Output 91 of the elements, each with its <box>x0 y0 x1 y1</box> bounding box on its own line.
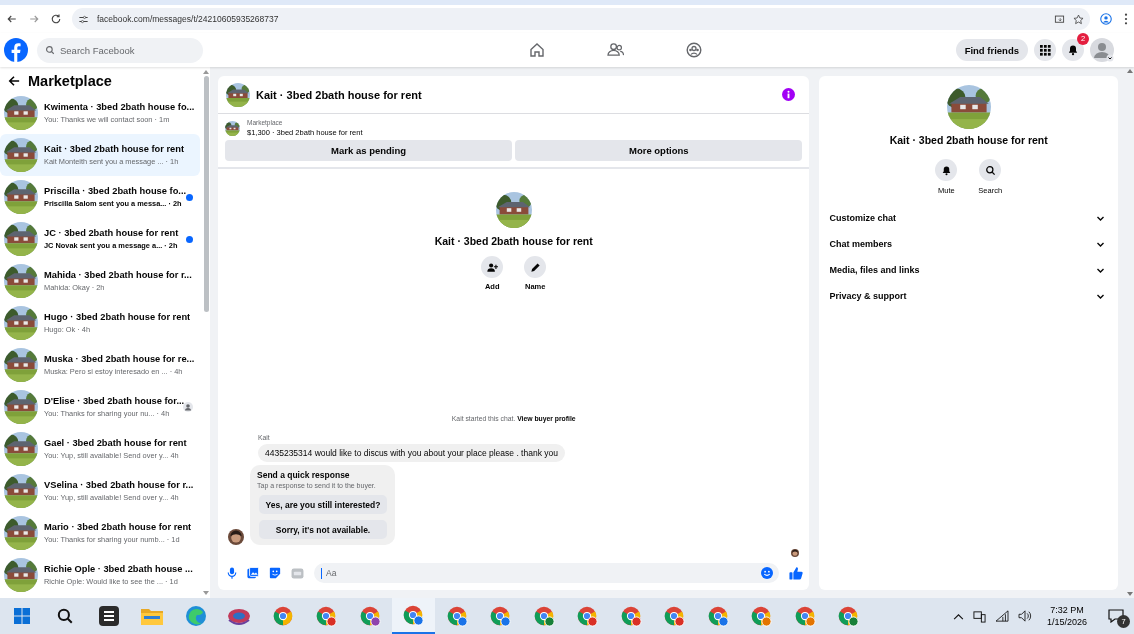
bell-icon <box>940 164 952 176</box>
quick-reply-button[interactable]: Yes, are you still interested? <box>259 495 387 514</box>
sender-avatar <box>228 529 244 545</box>
clock[interactable]: 7:32 PM 1/15/2026 <box>1046 604 1087 628</box>
chrome-icon[interactable] <box>619 605 642 627</box>
action-button[interactable]: Mark as pending <box>225 140 513 161</box>
emoji-icon[interactable] <box>761 567 774 579</box>
message-field[interactable]: Aa <box>314 563 780 583</box>
bell-icon <box>1067 44 1079 56</box>
menu-icon[interactable] <box>1124 13 1128 25</box>
find-friends-button[interactable]: Find friends <box>955 39 1028 61</box>
groups-icon[interactable] <box>685 42 702 58</box>
chrome-icon[interactable] <box>837 605 860 627</box>
arrow-up-icon[interactable] <box>1127 69 1133 73</box>
conversation-title: Muska · 3bed 2bath house for re... <box>44 353 195 366</box>
conversation-title: Priscilla · 3bed 2bath house fo... <box>44 185 187 198</box>
conversation-title: D'Elise · 3bed 2bath house for... <box>44 395 185 408</box>
image-icon[interactable] <box>247 567 259 579</box>
signal-icon[interactable] <box>994 610 1009 622</box>
account-avatar[interactable] <box>1090 38 1114 62</box>
conversation-title: Mario · 3bed 2bath house for rent <box>44 521 192 534</box>
conversation-title: Mahida · 3bed 2bath house for r... <box>44 269 192 282</box>
section-header[interactable]: Privacy & support <box>829 283 1108 309</box>
star-icon[interactable] <box>1073 13 1084 25</box>
sidebar-title: Marketplace <box>28 73 112 89</box>
chat-title: Kait · 3bed 2bath house for rent <box>256 88 423 101</box>
chrome-icon[interactable] <box>793 605 816 627</box>
conversation-title: Gael · 3bed 2bath house for rent <box>44 437 187 450</box>
message-bubble: 4435235314 would like to discus with you about your place please . thank you <box>258 444 565 462</box>
windows-logo-icon[interactable] <box>13 608 30 624</box>
chrome-icon[interactable] <box>315 605 338 627</box>
friends-icon[interactable] <box>606 42 624 57</box>
chevron-up-icon[interactable] <box>952 612 964 620</box>
address-bar[interactable]: facebook.com/messages/t/24210605935268737 <box>72 8 1090 30</box>
sticker-icon[interactable] <box>269 567 281 579</box>
quick-response-title: Send a quick response <box>257 470 351 480</box>
search-icon <box>984 164 996 176</box>
action-button[interactable]: More options <box>515 140 803 161</box>
profile-name: Kait · 3bed 2bath house for rent <box>434 235 593 247</box>
conversation-title: Richie Ople · 3bed 2bath house ... <box>44 563 193 576</box>
back-icon[interactable] <box>8 75 20 87</box>
section-header[interactable]: Chat members <box>829 231 1108 257</box>
conversation-title: Kwimenta · 3bed 2bath house fo... <box>44 101 195 114</box>
conversation-title: Hugo · 3bed 2bath house for rent <box>44 311 191 324</box>
scrollbar-thumb[interactable] <box>203 76 209 312</box>
arrow-down-icon[interactable] <box>1127 592 1133 596</box>
edge-icon[interactable] <box>184 605 207 627</box>
arrow-up-icon[interactable] <box>203 70 209 74</box>
home-icon[interactable] <box>528 42 545 58</box>
quick-reply-button[interactable]: Sorry, it's not available. <box>259 520 387 539</box>
chrome-icon[interactable] <box>576 605 599 627</box>
info-icon[interactable] <box>782 88 796 101</box>
site-settings-icon[interactable] <box>78 13 89 25</box>
notifications-button[interactable] <box>1062 39 1084 61</box>
add-person-icon <box>486 261 498 273</box>
thumbs-up-icon[interactable] <box>789 566 804 580</box>
conversation-title: JC · 3bed 2bath house for rent <box>44 227 179 240</box>
logo[interactable] <box>4 38 28 62</box>
app-icon[interactable] <box>227 606 252 626</box>
chrome-icon[interactable] <box>489 605 512 627</box>
chrome-icon[interactable] <box>750 605 773 627</box>
read-receipt-avatar <box>791 549 800 557</box>
devices-icon[interactable] <box>972 609 986 623</box>
section-header[interactable]: Media, files and links <box>829 257 1108 283</box>
section-header[interactable]: Customize chat <box>829 205 1108 231</box>
install-icon[interactable] <box>1054 13 1065 25</box>
pencil-icon <box>529 261 541 273</box>
reload-icon[interactable] <box>50 13 62 25</box>
back-icon[interactable] <box>6 13 18 25</box>
apps-menu-button[interactable] <box>1034 39 1056 61</box>
conversation-title: VSelina · 3bed 2bath house for r... <box>44 479 194 492</box>
search-icon <box>45 45 55 55</box>
chrome-icon[interactable] <box>271 605 294 627</box>
search-icon[interactable] <box>56 607 75 625</box>
profile-icon[interactable] <box>1100 13 1112 25</box>
microphone-icon[interactable] <box>227 567 237 579</box>
chat-name: Kait · 3bed 2bath house for rent <box>889 134 1048 146</box>
chrome-icon[interactable] <box>402 604 425 626</box>
folder-icon[interactable] <box>141 607 164 625</box>
app-icon[interactable] <box>98 606 119 626</box>
chrome-icon[interactable] <box>532 605 555 627</box>
chrome-icon[interactable] <box>663 605 686 627</box>
search-field[interactable]: Search Facebook <box>37 37 203 63</box>
chrome-icon[interactable] <box>358 605 381 627</box>
arrow-down-icon[interactable] <box>203 591 209 595</box>
speaker-icon[interactable] <box>1017 610 1032 622</box>
conversation-title: Kait · 3bed 2bath house for rent <box>44 143 184 156</box>
chrome-icon[interactable] <box>706 605 729 627</box>
forward-icon[interactable] <box>28 13 40 25</box>
grid-icon <box>1039 44 1051 56</box>
chrome-icon[interactable] <box>445 605 468 627</box>
